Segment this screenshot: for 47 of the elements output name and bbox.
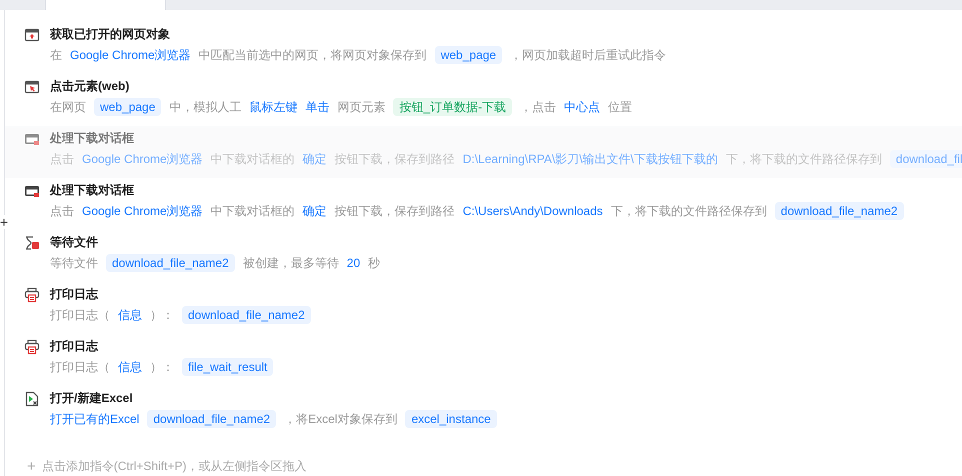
variable-chip[interactable]: download_file_name2: [106, 254, 235, 272]
parameter-link[interactable]: 鼠标左键: [249, 100, 298, 114]
add-command-hint[interactable]: 点击添加指令(Ctrl+Shift+P)，或从左侧指令区拖入: [42, 457, 306, 475]
variable-chip[interactable]: download_file_name2: [182, 306, 311, 324]
parameter-link[interactable]: 中心点: [564, 100, 600, 114]
printer-icon: [24, 339, 40, 355]
spreadsheet-file-icon: [24, 391, 40, 407]
step-title: 打印日志: [50, 286, 100, 303]
variable-chip[interactable]: web_page: [434, 46, 502, 64]
step-title: 处理下载对话框: [50, 130, 135, 147]
element-chip[interactable]: 按钮_订单数据-下载: [393, 98, 512, 116]
parameter-link[interactable]: 单击: [305, 100, 330, 114]
download-dialog-icon: [24, 131, 40, 147]
variable-chip[interactable]: web_page: [94, 98, 162, 116]
add-icon[interactable]: +: [27, 458, 36, 474]
variable-chip[interactable]: download_file_name2: [774, 202, 904, 220]
parameter-link[interactable]: 20: [346, 256, 360, 270]
tab[interactable]: [45, 0, 166, 10]
parameter-link[interactable]: Google Chrome浏览器: [70, 48, 191, 62]
step-description: 点击 Google Chrome浏览器 中下载对话框的 确定 按钮下载，保存到路径 D:\Learning\RPA\影刀\输出文件\下载按钮下载的 下，将下载的文件路径保存到 download_fil: [50, 149, 962, 170]
variable-chip[interactable]: download_file_name2: [147, 410, 276, 428]
step-description: 打印日志（ 信息 ）： file_wait_result: [50, 356, 278, 378]
step-title: 点击元素(web): [50, 78, 130, 95]
step-description: 在 Google Chrome浏览器 中匹配当前选中的网页，将网页对象保存到 web_page ，网页加载超时后重试此指令: [50, 45, 668, 66]
step-title: 处理下载对话框: [50, 182, 135, 199]
add-step-handle[interactable]: +: [0, 215, 10, 229]
step-title: 等待文件: [50, 234, 99, 251]
parameter-link[interactable]: C:\Users\Andy\Downloads: [462, 204, 603, 218]
parameter-link[interactable]: 信息: [118, 360, 142, 374]
cursor-window-icon: [24, 79, 40, 95]
step-description: 点击 Google Chrome浏览器 中下载对话框的 确定 按钮下载，保存到路径 C:\Users\Andy\Downloads 下，将下载的文件路径保存到 download_file_name2: [50, 200, 908, 222]
step-title: 打开/新建Excel: [50, 390, 134, 407]
step-description: 在网页 web_page 中，模拟人工 鼠标左键 单击 网页元素 按钮_订单数据-下载 ，点击 中心点 位置: [50, 97, 634, 118]
step-description: 打印日志（ 信息 ）： download_file_name2: [50, 304, 315, 326]
printer-icon: [24, 287, 40, 303]
step-title: 获取已打开的网页对象: [50, 26, 171, 43]
step-description: 等待文件 download_file_name2 被创建，最多等待 20 秒: [50, 253, 382, 274]
parameter-link[interactable]: 确定: [302, 204, 327, 218]
variable-chip[interactable]: file_wait_result: [182, 358, 274, 376]
step-title: 打印日志: [50, 338, 100, 355]
download-dialog-icon: [24, 183, 40, 199]
parameter-link[interactable]: 信息: [118, 308, 142, 322]
step-description: 打开已有的Excel download_file_name2 ，将Excel对象保存到 excel_instance: [50, 408, 501, 430]
parameter-link[interactable]: 打开已有的Excel: [50, 412, 140, 426]
parameter-link[interactable]: Google Chrome浏览器: [82, 204, 203, 218]
variable-chip[interactable]: excel_instance: [405, 410, 497, 428]
browser-window-icon: [24, 27, 40, 43]
